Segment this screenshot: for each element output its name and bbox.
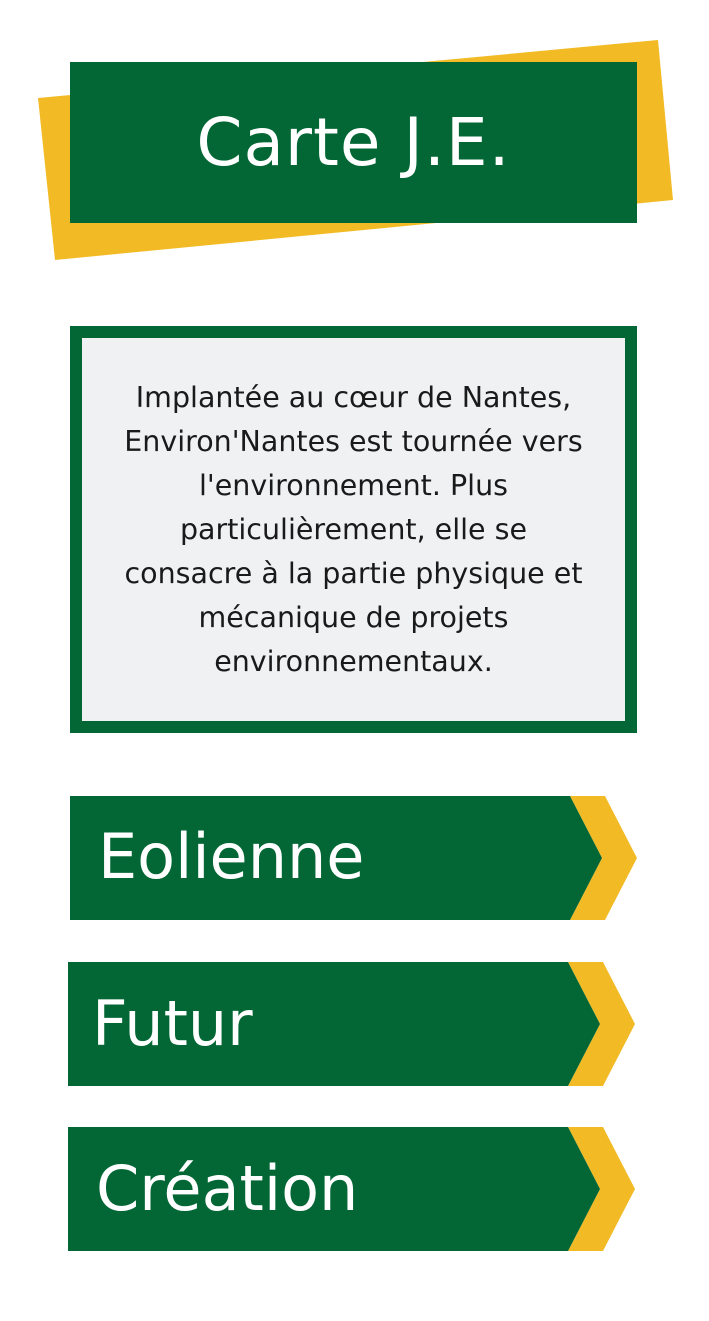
- futur-label: Futur: [92, 987, 253, 1060]
- creation-label: Création: [96, 1152, 359, 1225]
- description-text: Implantée au cœur de Nantes, Environ'Nan…: [124, 380, 583, 678]
- page-title: Carte J.E.: [196, 103, 511, 181]
- description-card: Implantée au cœur de Nantes, Environ'Nan…: [70, 326, 637, 733]
- eolienne-label: Eolienne: [98, 820, 365, 893]
- title-banner: Carte J.E.: [70, 62, 637, 223]
- creation-button[interactable]: Création: [68, 1127, 635, 1251]
- futur-button[interactable]: Futur: [68, 962, 635, 1086]
- eolienne-button[interactable]: Eolienne: [70, 796, 637, 920]
- description-panel: Implantée au cœur de Nantes, Environ'Nan…: [82, 338, 625, 721]
